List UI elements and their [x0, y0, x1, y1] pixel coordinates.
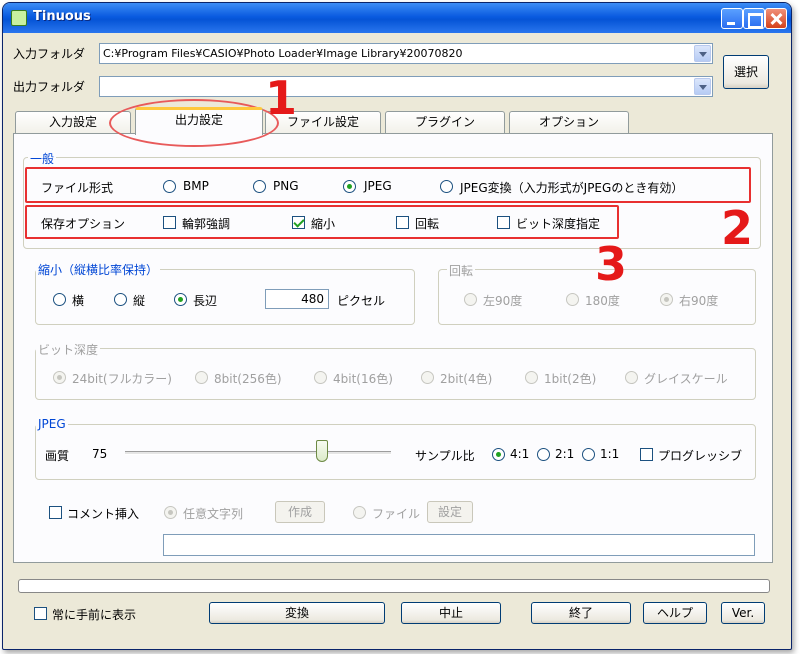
bitdepth-4-radio[interactable] [314, 371, 327, 384]
chevron-down-icon[interactable] [694, 45, 711, 62]
version-button[interactable]: Ver. [721, 602, 765, 624]
chevron-down-icon[interactable] [694, 78, 711, 95]
tab-plugin[interactable]: プラグイン [385, 111, 505, 133]
bitdepth-8-radio[interactable] [195, 371, 208, 384]
bitdepth-1-label: 1bit(2色) [544, 372, 597, 386]
rotate-180-label: 180度 [585, 294, 620, 308]
input-folder-label: 入力フォルダ [13, 47, 86, 61]
input-folder-combo[interactable]: C:¥Program Files¥CASIO¥Photo Loader¥Imag… [99, 43, 713, 64]
comment-checkbox[interactable] [49, 506, 62, 519]
app-icon [11, 10, 27, 26]
tab-options[interactable]: オプション [509, 111, 629, 133]
rotate-legend: 回転 [447, 262, 476, 279]
app-window: Tinuous 入力フォルダ C:¥Program Files¥CASIO¥Ph… [2, 2, 792, 650]
tab-output-settings[interactable]: 出力設定 [135, 107, 263, 135]
title-bar[interactable]: Tinuous [3, 3, 791, 33]
progressive-label: プログレッシブ [658, 449, 743, 463]
progress-bar [18, 579, 770, 593]
shrink-legend: 縮小（縦横比率保持） [36, 261, 161, 278]
annotation-number-3: 3 [595, 237, 628, 291]
bitdepth-24-label: 24bit(フルカラー) [72, 372, 172, 386]
maximize-button[interactable] [743, 8, 765, 29]
sampling-4-1-radio[interactable] [492, 448, 505, 461]
always-on-top-label: 常に手前に表示 [52, 608, 137, 622]
close-button[interactable] [765, 8, 787, 29]
select-folder-button[interactable]: 選択 [723, 55, 769, 89]
comment-setting-button[interactable]: 設定 [427, 501, 473, 523]
minimize-button[interactable] [721, 8, 743, 29]
bitdepth-gray-label: グレイスケール [644, 372, 728, 386]
comment-text-label: 任意文字列 [183, 507, 244, 521]
bitdepth-1-radio[interactable] [525, 371, 538, 384]
progressive-checkbox[interactable] [640, 448, 653, 461]
shrink-width-label: 横 [72, 294, 85, 308]
shrink-long-edge-label: 長辺 [193, 294, 218, 308]
bitdepth-24-radio[interactable] [53, 371, 66, 384]
convert-button[interactable]: 変換 [209, 602, 385, 624]
comment-label: コメント挿入 [67, 507, 140, 521]
bitdepth-legend: ビット深度 [36, 341, 101, 358]
input-folder-value: C:¥Program Files¥CASIO¥Photo Loader¥Imag… [103, 47, 463, 60]
output-folder-combo[interactable] [99, 76, 713, 97]
output-folder-label: 出力フォルダ [13, 80, 86, 94]
annotation-number-2: 2 [721, 201, 754, 255]
rotate-right-radio[interactable] [660, 293, 673, 306]
comment-text-radio[interactable] [164, 506, 177, 519]
bitdepth-2-radio[interactable] [421, 371, 434, 384]
window-title: Tinuous [33, 9, 91, 24]
sampling-1-1-label: 1:1 [600, 447, 620, 461]
sampling-label: サンプル比 [415, 449, 475, 463]
comment-input[interactable] [163, 534, 755, 556]
help-button[interactable]: ヘルプ [643, 602, 707, 624]
jpeg-legend: JPEG [36, 417, 68, 431]
always-on-top-checkbox[interactable] [34, 607, 47, 620]
sampling-2-1-radio[interactable] [537, 448, 550, 461]
quality-value: 75 [92, 447, 108, 461]
shrink-height-radio[interactable] [114, 293, 127, 306]
comment-create-button[interactable]: 作成 [275, 501, 325, 523]
general-legend: 一般 [28, 150, 57, 167]
rotate-right-label: 右90度 [679, 294, 719, 308]
shrink-height-label: 縦 [133, 294, 146, 308]
quality-slider-track[interactable] [125, 451, 391, 455]
sampling-4-1-label: 4:1 [510, 447, 530, 461]
comment-file-label: ファイル [372, 507, 421, 521]
exit-button[interactable]: 終了 [531, 602, 631, 624]
shrink-size-input[interactable]: 480 [265, 289, 329, 309]
rotate-left-radio[interactable] [464, 293, 477, 306]
annotation-box-format [25, 167, 751, 203]
stop-button[interactable]: 中止 [401, 602, 501, 624]
bitdepth-8-label: 8bit(256色) [214, 372, 282, 386]
sampling-2-1-label: 2:1 [555, 447, 575, 461]
shrink-long-edge-radio[interactable] [174, 293, 187, 306]
rotate-left-label: 左90度 [483, 294, 523, 308]
sampling-1-1-radio[interactable] [582, 448, 595, 461]
annotation-box-options [25, 205, 619, 239]
bitdepth-4-label: 4bit(16色) [333, 372, 393, 386]
annotation-number-1: 1 [265, 71, 298, 125]
quality-label: 画質 [45, 449, 70, 463]
bitdepth-gray-radio[interactable] [625, 371, 638, 384]
bitdepth-2-label: 2bit(4色) [440, 372, 493, 386]
shrink-unit-label: ピクセル [337, 294, 386, 308]
quality-slider-thumb[interactable] [315, 440, 328, 462]
shrink-size-value: 480 [301, 292, 324, 306]
rotate-180-radio[interactable] [566, 293, 579, 306]
shrink-width-radio[interactable] [53, 293, 66, 306]
comment-file-radio[interactable] [353, 506, 366, 519]
